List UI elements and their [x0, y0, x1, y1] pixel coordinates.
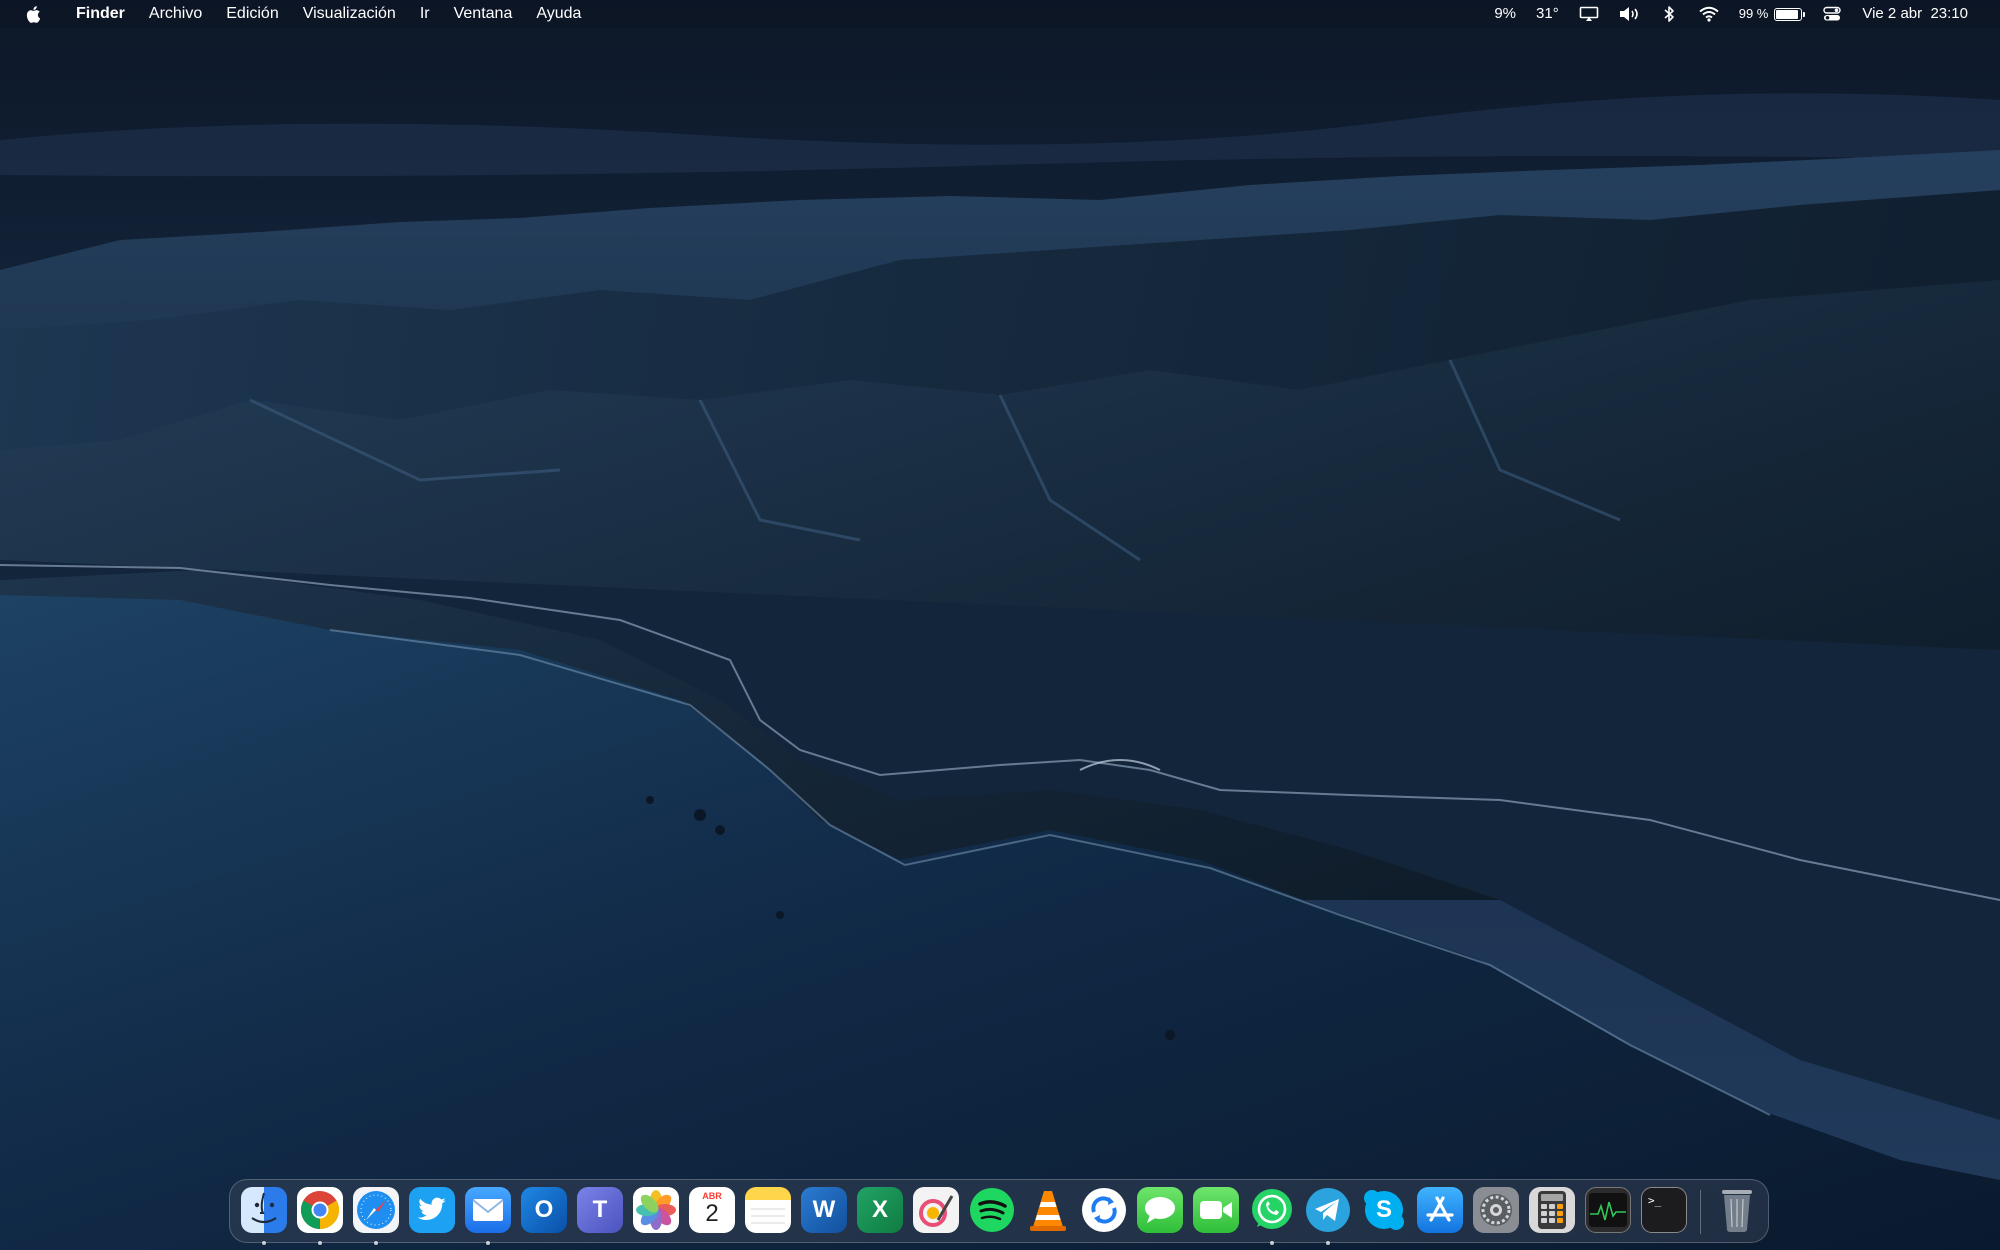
running-indicator [318, 1241, 322, 1245]
dock-item-app-store[interactable] [1415, 1185, 1465, 1235]
activity-monitor-icon [1585, 1187, 1631, 1233]
dock-item-word[interactable]: W [799, 1185, 849, 1235]
skype-glyph: S [1375, 1196, 1392, 1223]
desktop-wallpaper [0, 0, 2000, 1250]
word-glyph: W [812, 1196, 836, 1223]
teams-glyph: T [592, 1196, 608, 1223]
menu-ventana[interactable]: Ventana [442, 0, 525, 28]
dock-item-spotify[interactable] [967, 1185, 1017, 1235]
calendar-icon: ABR 2 [689, 1187, 735, 1233]
dock-item-calendar[interactable]: ABR 2 [687, 1185, 737, 1235]
battery-fill [1776, 9, 1799, 19]
notes-icon [745, 1187, 791, 1233]
chrome-icon [297, 1187, 343, 1233]
control-center-icon[interactable] [1821, 5, 1843, 23]
dock-separator [1700, 1190, 1701, 1234]
calculator-icon [1529, 1187, 1575, 1233]
pixelmator-brush-icon [913, 1187, 959, 1233]
app-store-icon [1417, 1187, 1463, 1233]
trash-icon [1714, 1187, 1760, 1233]
messages-bubble-icon [1137, 1187, 1183, 1233]
dock-item-sync[interactable] [1079, 1185, 1129, 1235]
dock-item-telegram[interactable] [1303, 1185, 1353, 1245]
facetime-camera-icon [1193, 1187, 1239, 1233]
temperature-status[interactable]: 31° [1526, 0, 1569, 28]
outlook-icon: O [521, 1187, 567, 1233]
display-mirroring-icon[interactable] [1578, 5, 1600, 23]
dock-item-pixelmator[interactable] [911, 1185, 961, 1235]
terminal-prompt-icon: >_ [1641, 1187, 1687, 1233]
dock-item-terminal[interactable]: >_ [1639, 1185, 1689, 1235]
dock-item-teams[interactable]: T [575, 1185, 625, 1235]
photos-flower-icon [633, 1187, 679, 1233]
finder-icon [241, 1187, 287, 1233]
menu-ayuda[interactable]: Ayuda [524, 0, 593, 28]
dock-item-trash[interactable] [1712, 1185, 1762, 1235]
dock: O T ABR 2 W X S >_ [229, 1179, 1769, 1245]
dock-item-whatsapp[interactable] [1247, 1185, 1297, 1245]
word-icon: W [801, 1187, 847, 1233]
dock-item-finder[interactable] [239, 1185, 289, 1245]
excel-glyph: X [871, 1196, 888, 1223]
safari-icon [353, 1187, 399, 1233]
dock-item-photos[interactable] [631, 1185, 681, 1235]
skype-icon: S [1361, 1187, 1407, 1233]
dock-item-outlook[interactable]: O [519, 1185, 569, 1235]
menu-visualizacion[interactable]: Visualización [291, 0, 408, 28]
cpu-usage-status[interactable]: 9% [1484, 0, 1526, 28]
dock-item-safari[interactable] [351, 1185, 401, 1245]
dock-item-vlc[interactable] [1023, 1185, 1073, 1235]
clock-datetime[interactable]: Vie 2 abr 23:10 [1852, 0, 1978, 28]
dock-item-excel[interactable]: X [855, 1185, 905, 1235]
menu-edicion[interactable]: Edición [214, 0, 290, 28]
running-indicator [1270, 1241, 1274, 1245]
outlook-glyph: O [534, 1196, 554, 1223]
dock-item-system-preferences[interactable] [1471, 1185, 1521, 1235]
dock-item-notes[interactable] [743, 1185, 793, 1235]
battery-icon [1774, 7, 1806, 21]
spotify-icon [969, 1187, 1015, 1233]
menu-app-finder[interactable]: Finder [64, 0, 137, 28]
battery-percentage: 99 % [1738, 6, 1769, 21]
calendar-day: 2 [705, 1200, 719, 1227]
gear-icon [1473, 1187, 1519, 1233]
sync-arrows-icon [1081, 1187, 1127, 1233]
dock-item-activity-monitor[interactable] [1583, 1185, 1633, 1235]
excel-icon: X [857, 1187, 903, 1233]
dock-item-chrome[interactable] [295, 1185, 345, 1245]
dock-item-mail[interactable] [463, 1185, 513, 1245]
telegram-plane-icon [1305, 1187, 1351, 1233]
terminal-glyph: >_ [1648, 1194, 1662, 1207]
running-indicator [486, 1241, 490, 1245]
mail-envelope-icon [465, 1187, 511, 1233]
menu-ir[interactable]: Ir [408, 0, 442, 28]
battery-status[interactable]: 99 % [1729, 0, 1813, 28]
teams-icon: T [577, 1187, 623, 1233]
dock-item-messages[interactable] [1135, 1185, 1185, 1235]
twitter-bird-icon [409, 1187, 455, 1233]
dock-item-skype[interactable]: S [1359, 1185, 1409, 1235]
running-indicator [262, 1241, 266, 1245]
running-indicator [374, 1241, 378, 1245]
dock-item-twitter[interactable] [407, 1185, 457, 1235]
menu-bar: Finder Archivo Edición Visualización Ir … [0, 0, 2000, 28]
apple-logo-icon[interactable] [24, 3, 44, 25]
vlc-cone-icon [1025, 1187, 1071, 1233]
dock-item-calculator[interactable] [1527, 1185, 1577, 1235]
menu-archivo[interactable]: Archivo [137, 0, 214, 28]
whatsapp-icon [1249, 1187, 1295, 1233]
wifi-icon[interactable] [1698, 5, 1720, 23]
volume-icon[interactable] [1618, 5, 1640, 23]
running-indicator [1326, 1241, 1330, 1245]
bluetooth-icon[interactable] [1658, 5, 1680, 23]
dock-item-facetime[interactable] [1191, 1185, 1241, 1235]
